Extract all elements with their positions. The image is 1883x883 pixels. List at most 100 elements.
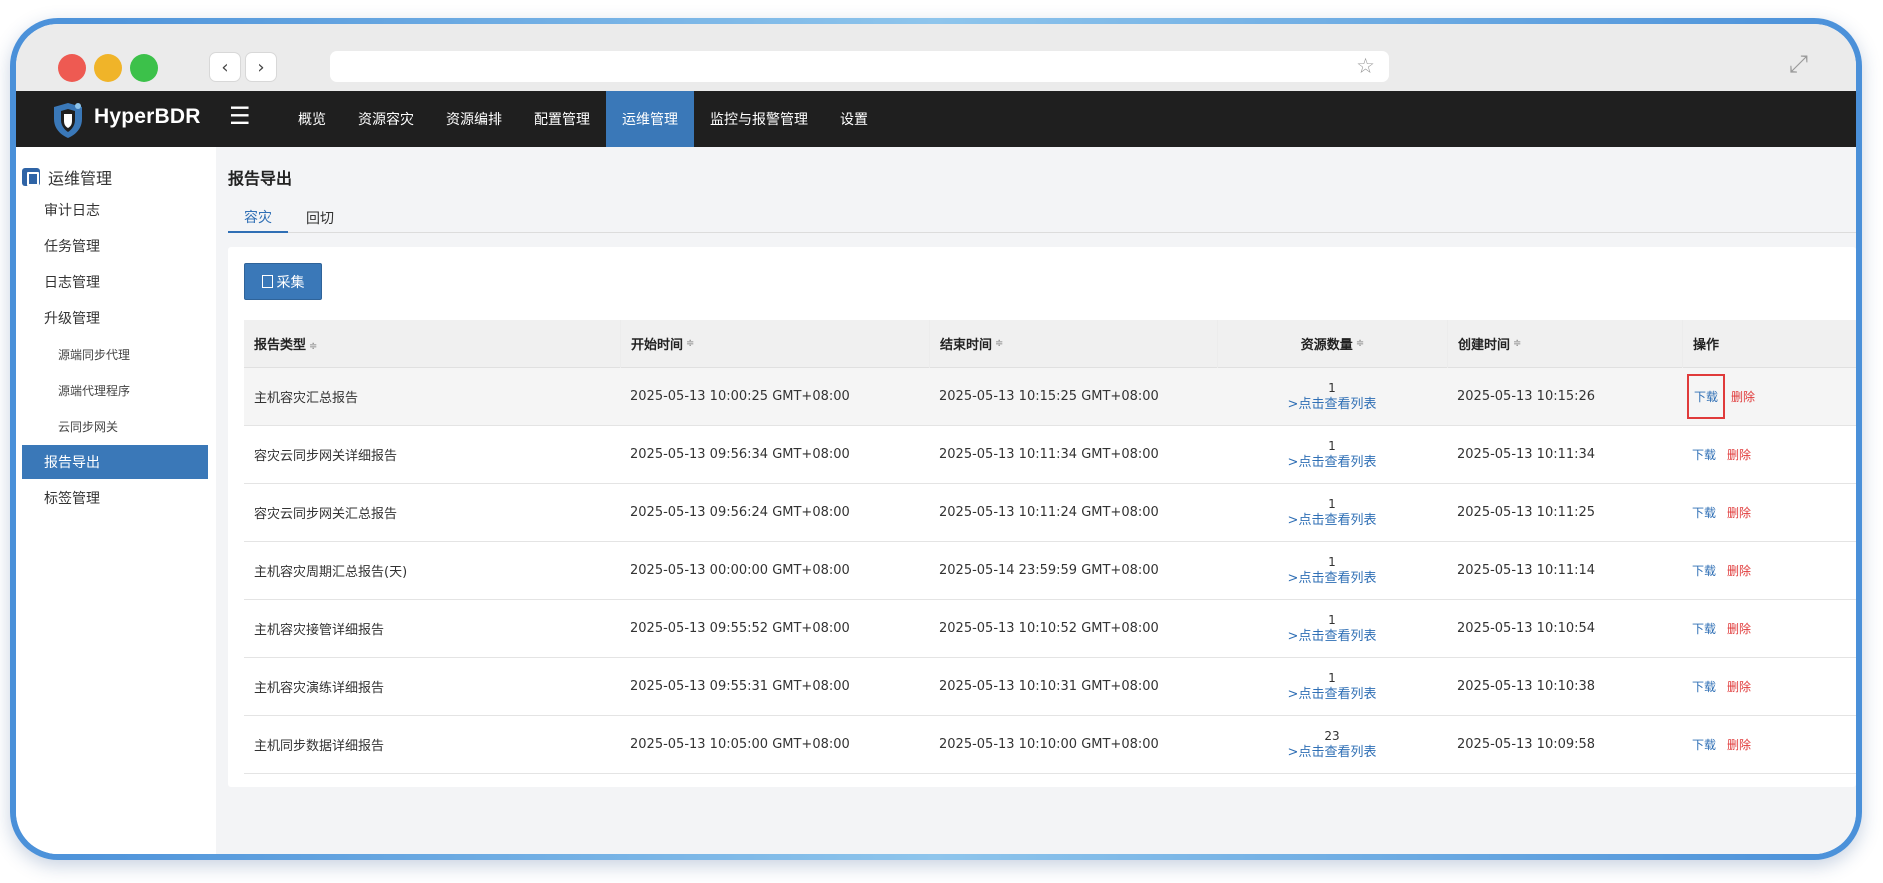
delete-link[interactable]: 删除 bbox=[1727, 678, 1751, 695]
topnav-monitoring-alerts[interactable]: 监控与报警管理 bbox=[694, 91, 824, 147]
sort-icon[interactable]: ≑ bbox=[686, 338, 694, 349]
sidebar-item-cloud-sync-gateway[interactable]: 云同步网关 bbox=[16, 409, 206, 443]
report-table: 报告类型 ≑ 开始时间 ≑ 结束时间 ≑ 资源数量 ≑ 创建时间 ≑ 操作 主机容灾汇总报… bbox=[244, 319, 1856, 774]
sidebar-item-source-sync-proxy[interactable]: 源端同步代理 bbox=[16, 337, 206, 371]
minimize-window-button[interactable] bbox=[94, 54, 122, 82]
cell-created-time: 2025-05-13 10:10:38 bbox=[1457, 679, 1596, 694]
sidebar-item-label: 报告导出 bbox=[44, 455, 100, 471]
brand-name: HyperBDR bbox=[94, 105, 201, 128]
resource-count: 1 bbox=[1328, 670, 1336, 685]
close-window-button[interactable] bbox=[58, 54, 86, 82]
expand-icon[interactable]: ⤢ bbox=[1789, 50, 1808, 78]
cell-report-type: 主机容灾周期汇总报告(天) bbox=[254, 565, 408, 580]
sidebar-item-label: 任务管理 bbox=[44, 239, 100, 255]
table-row: 主机容灾演练详细报告 2025-05-13 09:55:31 GMT+08:00… bbox=[244, 658, 1856, 716]
delete-link[interactable]: 删除 bbox=[1727, 446, 1751, 463]
table-row: 主机容灾周期汇总报告(天) 2025-05-13 00:00:00 GMT+08… bbox=[244, 542, 1856, 600]
sidebar-item-label: 日志管理 bbox=[44, 275, 100, 291]
download-link[interactable]: 下载 bbox=[1687, 608, 1721, 649]
delete-link[interactable]: 删除 bbox=[1731, 388, 1755, 405]
view-list-link[interactable]: >点击查看列表 bbox=[1217, 454, 1447, 472]
maximize-window-button[interactable] bbox=[130, 54, 158, 82]
hamburger-menu-icon[interactable]: ☰ bbox=[229, 102, 251, 130]
sidebar-item-audit-log[interactable]: 审计日志 bbox=[16, 193, 206, 227]
cell-resource-count: 1 >点击查看列表 bbox=[1217, 438, 1447, 472]
col-resource-count[interactable]: 资源数量 ≑ bbox=[1217, 319, 1447, 368]
view-list-link[interactable]: >点击查看列表 bbox=[1217, 570, 1447, 588]
topnav-settings[interactable]: 设置 bbox=[824, 91, 884, 147]
download-link[interactable]: 下载 bbox=[1687, 492, 1721, 533]
resource-count: 1 bbox=[1328, 554, 1336, 569]
back-icon[interactable]: ‹ bbox=[209, 52, 241, 82]
download-link[interactable]: 下载 bbox=[1687, 666, 1721, 707]
forward-icon[interactable]: › bbox=[245, 52, 277, 82]
table-row: 容灾云同步网关汇总报告 2025-05-13 09:56:24 GMT+08:0… bbox=[244, 484, 1856, 542]
download-link[interactable]: 下载 bbox=[1687, 434, 1721, 475]
screenshot-frame: ‹ › ☆ ⤢ HyperBDR ☰ 概览 资源容灾 资源编排 配置管理 运维管… bbox=[10, 18, 1862, 860]
cell-start-time: 2025-05-13 09:55:31 GMT+08:00 bbox=[630, 679, 850, 694]
view-list-link[interactable]: >点击查看列表 bbox=[1217, 512, 1447, 530]
cell-start-time: 2025-05-13 09:56:34 GMT+08:00 bbox=[630, 447, 850, 462]
delete-link[interactable]: 删除 bbox=[1727, 562, 1751, 579]
cell-resource-count: 1 >点击查看列表 bbox=[1217, 670, 1447, 704]
browser-chrome: ‹ › ☆ ⤢ bbox=[16, 24, 1856, 91]
sidebar-item-upgrade-management[interactable]: 升级管理 bbox=[16, 301, 206, 335]
cell-actions: 下载 删除 bbox=[1682, 666, 1856, 707]
cell-resource-count: 23 >点击查看列表 bbox=[1217, 728, 1447, 762]
sidebar-item-log-management[interactable]: 日志管理 bbox=[16, 265, 206, 299]
col-created-time[interactable]: 创建时间 ≑ bbox=[1447, 319, 1682, 368]
cell-created-time: 2025-05-13 10:11:14 bbox=[1457, 563, 1596, 578]
cell-report-type: 主机同步数据详细报告 bbox=[254, 739, 385, 754]
sort-icon[interactable]: ≑ bbox=[309, 341, 317, 352]
sort-icon[interactable]: ≑ bbox=[995, 338, 1003, 349]
resource-count: 1 bbox=[1328, 612, 1336, 627]
cell-resource-count: 1 >点击查看列表 bbox=[1217, 554, 1447, 588]
bookmark-star-icon[interactable]: ☆ bbox=[1356, 54, 1375, 78]
sidebar-header: 运维管理 bbox=[16, 165, 112, 189]
cell-actions: 下载 删除 bbox=[1682, 374, 1856, 419]
download-link[interactable]: 下载 bbox=[1687, 724, 1721, 765]
collect-button-label: 采集 bbox=[276, 274, 305, 291]
topnav-resource-dr[interactable]: 资源容灾 bbox=[342, 91, 430, 147]
tab-failback[interactable]: 回切 bbox=[290, 203, 350, 233]
download-link[interactable]: 下载 bbox=[1687, 550, 1721, 591]
topnav-ops-management[interactable]: 运维管理 bbox=[606, 91, 694, 147]
cell-resource-count: 1 >点击查看列表 bbox=[1217, 612, 1447, 646]
col-report-type[interactable]: 报告类型 ≑ bbox=[244, 334, 620, 353]
view-list-link[interactable]: >点击查看列表 bbox=[1217, 686, 1447, 704]
cell-report-type: 主机容灾演练详细报告 bbox=[254, 681, 385, 696]
cell-resource-count: 1 >点击查看列表 bbox=[1217, 496, 1447, 530]
sidebar-item-task-management[interactable]: 任务管理 bbox=[16, 229, 206, 263]
tab-disaster-recovery[interactable]: 容灾 bbox=[228, 203, 288, 233]
cell-start-time: 2025-05-13 09:56:24 GMT+08:00 bbox=[630, 505, 850, 520]
topnav-config-management[interactable]: 配置管理 bbox=[518, 91, 606, 147]
view-list-link[interactable]: >点击查看列表 bbox=[1217, 396, 1447, 414]
cell-actions: 下载 删除 bbox=[1682, 434, 1856, 475]
download-link[interactable]: 下载 bbox=[1687, 374, 1726, 419]
topnav-resource-orchestration[interactable]: 资源编排 bbox=[430, 91, 518, 147]
cell-start-time: 2025-05-13 00:00:00 GMT+08:00 bbox=[630, 563, 850, 578]
topnav-overview[interactable]: 概览 bbox=[282, 91, 342, 147]
col-start-time[interactable]: 开始时间 ≑ bbox=[620, 319, 929, 368]
view-list-link[interactable]: >点击查看列表 bbox=[1217, 628, 1447, 646]
collect-button[interactable]: 采集 bbox=[244, 263, 322, 300]
sidebar-item-source-agent[interactable]: 源端代理程序 bbox=[16, 373, 206, 407]
resource-count: 1 bbox=[1328, 496, 1336, 511]
cell-end-time: 2025-05-13 10:10:52 GMT+08:00 bbox=[939, 621, 1159, 636]
table-row: 容灾云同步网关详细报告 2025-05-13 09:56:34 GMT+08:0… bbox=[244, 426, 1856, 484]
sidebar-item-report-export[interactable]: 报告导出 bbox=[22, 445, 208, 479]
delete-link[interactable]: 删除 bbox=[1727, 620, 1751, 637]
col-header-label: 报告类型 bbox=[254, 338, 307, 353]
col-end-time[interactable]: 结束时间 ≑ bbox=[929, 319, 1217, 368]
cell-end-time: 2025-05-13 10:15:25 GMT+08:00 bbox=[939, 389, 1159, 404]
delete-link[interactable]: 删除 bbox=[1727, 504, 1751, 521]
view-list-link[interactable]: >点击查看列表 bbox=[1217, 744, 1447, 762]
delete-link[interactable]: 删除 bbox=[1727, 736, 1751, 753]
cell-created-time: 2025-05-13 10:11:25 bbox=[1457, 505, 1596, 520]
sidebar-item-tag-management[interactable]: 标签管理 bbox=[16, 481, 206, 515]
resource-count: 1 bbox=[1328, 380, 1336, 395]
sort-icon[interactable]: ≑ bbox=[1513, 338, 1521, 349]
address-bar[interactable]: ☆ bbox=[330, 51, 1389, 82]
cell-actions: 下载 删除 bbox=[1682, 550, 1856, 591]
sort-icon[interactable]: ≑ bbox=[1356, 338, 1364, 349]
